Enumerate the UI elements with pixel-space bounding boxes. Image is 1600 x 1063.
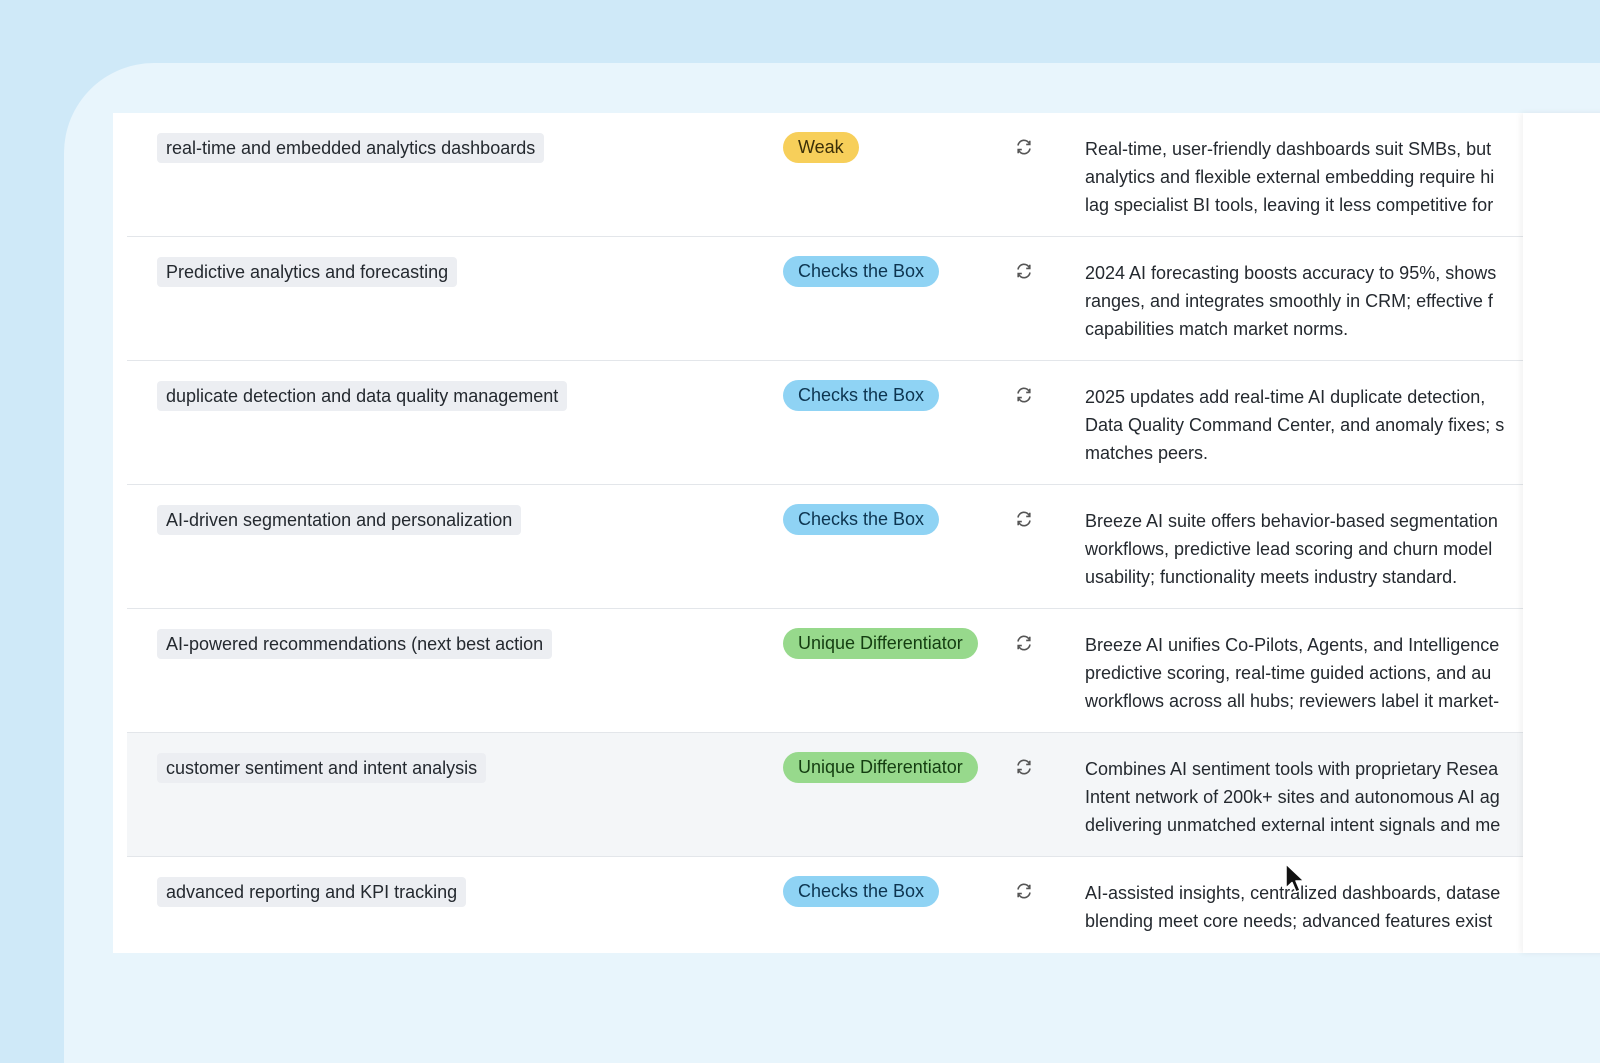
table-row: Predictive analytics and forecasting Che… xyxy=(127,237,1523,361)
feature-label: customer sentiment and intent analysis xyxy=(157,753,487,783)
refresh-icon[interactable] xyxy=(1015,386,1033,404)
table-row: AI-driven segmentation and personalizati… xyxy=(127,485,1523,609)
refresh-icon[interactable] xyxy=(1015,758,1033,776)
table-row: duplicate detection and data quality man… xyxy=(127,361,1523,485)
rating-description: Breeze AI suite offers behavior-based se… xyxy=(1085,511,1498,587)
rating-badge[interactable]: Checks the Box xyxy=(783,380,940,411)
refresh-icon[interactable] xyxy=(1015,138,1033,156)
side-panel xyxy=(1523,113,1600,953)
rating-description: Breeze AI unifies Co-Pilots, Agents, and… xyxy=(1085,635,1500,711)
refresh-icon[interactable] xyxy=(1015,510,1033,528)
refresh-icon[interactable] xyxy=(1015,262,1033,280)
rating-description: 2025 updates add real-time AI duplicate … xyxy=(1085,387,1505,463)
rating-badge[interactable]: Checks the Box xyxy=(783,256,940,287)
table-row: real-time and embedded analytics dashboa… xyxy=(127,113,1523,237)
feature-label: duplicate detection and data quality man… xyxy=(157,381,568,411)
table-row: advanced reporting and KPI tracking Chec… xyxy=(127,857,1523,953)
feature-label: real-time and embedded analytics dashboa… xyxy=(157,133,545,163)
rating-badge[interactable]: Weak xyxy=(783,132,859,163)
feature-label: advanced reporting and KPI tracking xyxy=(157,877,467,907)
rating-description: Combines AI sentiment tools with proprie… xyxy=(1085,759,1501,835)
comparison-table: real-time and embedded analytics dashboa… xyxy=(113,113,1523,953)
rating-description: Real-time, user-friendly dashboards suit… xyxy=(1085,139,1495,215)
feature-label: Predictive analytics and forecasting xyxy=(157,257,458,287)
table-row: customer sentiment and intent analysis U… xyxy=(127,733,1523,857)
rating-badge[interactable]: Checks the Box xyxy=(783,504,940,535)
refresh-icon[interactable] xyxy=(1015,634,1033,652)
rating-badge[interactable]: Unique Differentiator xyxy=(783,752,978,783)
table-row: AI-powered recommendations (next best ac… xyxy=(127,609,1523,733)
feature-label: AI-powered recommendations (next best ac… xyxy=(157,629,553,659)
rating-badge[interactable]: Unique Differentiator xyxy=(783,628,978,659)
rating-description: 2024 AI forecasting boosts accuracy to 9… xyxy=(1085,263,1497,339)
feature-label: AI-driven segmentation and personalizati… xyxy=(157,505,522,535)
rating-badge[interactable]: Checks the Box xyxy=(783,876,940,907)
refresh-icon[interactable] xyxy=(1015,882,1033,900)
mouse-pointer-icon xyxy=(1285,863,1307,895)
